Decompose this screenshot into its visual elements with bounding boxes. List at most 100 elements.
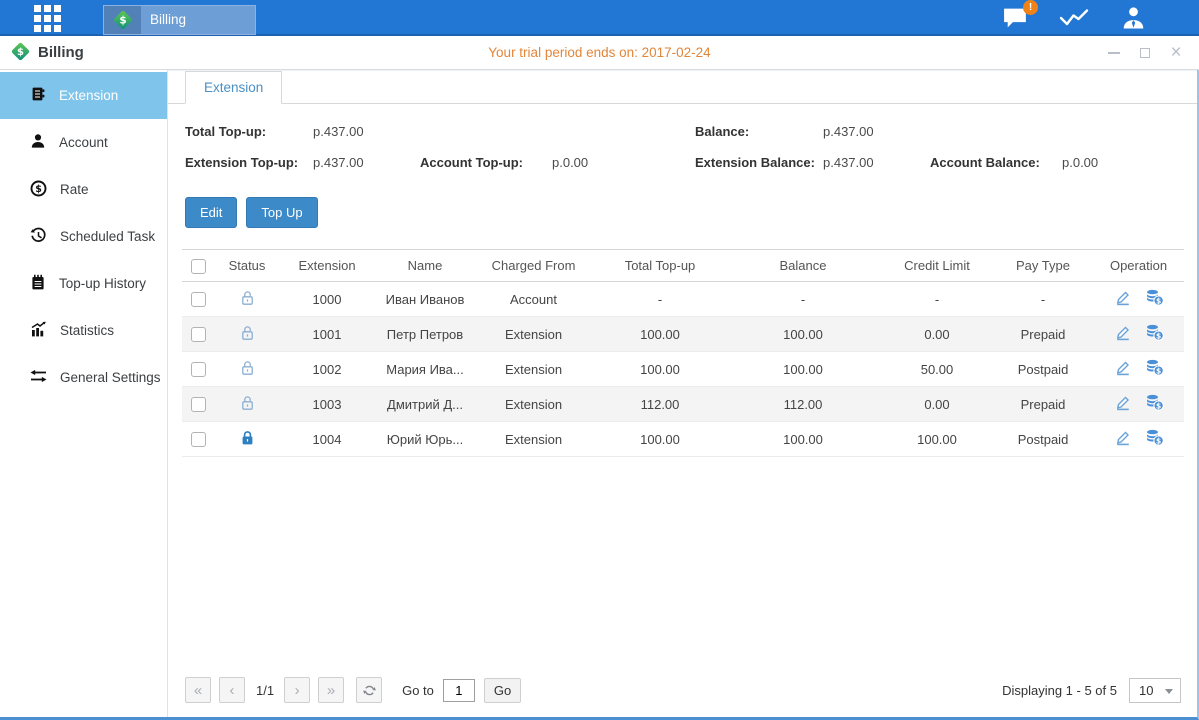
page-size-select[interactable]: 10	[1129, 678, 1181, 703]
column-header-pay-type[interactable]: Pay Type	[997, 250, 1089, 282]
first-page-button[interactable]: «	[185, 677, 211, 703]
column-header-credit-limit[interactable]: Credit Limit	[877, 250, 997, 282]
status-cell	[214, 422, 280, 457]
edit-row-icon[interactable]	[1114, 360, 1131, 379]
sidebar-item-topup-history[interactable]: Top-up History	[0, 260, 167, 307]
user-icon[interactable]	[1120, 6, 1147, 30]
edit-row-icon[interactable]	[1114, 290, 1131, 309]
tab-extension[interactable]: Extension	[185, 71, 282, 104]
sidebar-item-label: Rate	[60, 182, 89, 197]
extension-cell: 1004	[280, 422, 374, 457]
sidebar-item-label: Extension	[59, 88, 118, 103]
column-header-operation[interactable]: Operation	[1089, 250, 1184, 282]
topup-row-icon[interactable]: $	[1145, 359, 1164, 379]
credit-limit-cell: 50.00	[877, 352, 997, 387]
page-size-value: 10	[1139, 683, 1153, 698]
balance-value: p.437.00	[823, 124, 930, 139]
sidebar-item-extension[interactable]: Extension	[0, 72, 167, 119]
app-launcher-icon[interactable]	[34, 5, 61, 32]
operation-cell: $	[1089, 422, 1184, 457]
table-row: 1000 Иван Иванов Account - - - - $	[182, 282, 1184, 317]
operation-cell: $	[1089, 387, 1184, 422]
column-header-status[interactable]: Status	[214, 250, 280, 282]
column-header-balance[interactable]: Balance	[729, 250, 877, 282]
row-checkbox[interactable]	[191, 397, 206, 412]
name-cell: Дмитрий Д...	[374, 387, 476, 422]
row-checkbox[interactable]	[191, 432, 206, 447]
topbar-tab-billing[interactable]: $ Billing	[103, 5, 256, 35]
table-row: 1002 Мария Ива... Extension 100.00 100.0…	[182, 352, 1184, 387]
trial-notice: Your trial period ends on: 2017-02-24	[0, 45, 1199, 60]
edit-row-icon[interactable]	[1114, 395, 1131, 414]
sidebar-item-general-settings[interactable]: General Settings	[0, 354, 167, 401]
topup-row-icon[interactable]: $	[1145, 429, 1164, 449]
maximize-icon[interactable]	[1138, 46, 1152, 60]
topup-row-icon[interactable]: $	[1145, 289, 1164, 309]
goto-page-input[interactable]	[443, 679, 475, 702]
total-topup-cell: 100.00	[591, 317, 729, 352]
extension-cell: 1001	[280, 317, 374, 352]
total-topup-cell: 100.00	[591, 352, 729, 387]
select-all-checkbox[interactable]	[191, 259, 206, 274]
status-cell	[214, 387, 280, 422]
goto-label: Go to	[402, 683, 434, 698]
status-unlocked-icon	[240, 294, 255, 309]
table-row: 1004 Юрий Юрь... Extension 100.00 100.00…	[182, 422, 1184, 457]
topup-row-icon[interactable]: $	[1145, 324, 1164, 344]
operation-cell: $	[1089, 317, 1184, 352]
column-header-total-top-up[interactable]: Total Top-up	[591, 250, 729, 282]
topbar-tab-label: Billing	[150, 12, 186, 27]
name-cell: Иван Иванов	[374, 282, 476, 317]
top-up-button[interactable]: Top Up	[246, 197, 317, 228]
tabstrip: Extension	[168, 71, 1197, 104]
operation-cell: $	[1089, 352, 1184, 387]
credit-limit-cell: 100.00	[877, 422, 997, 457]
go-button[interactable]: Go	[484, 678, 521, 703]
prev-page-button[interactable]: ‹	[219, 677, 245, 703]
close-icon[interactable]: ×	[1169, 46, 1183, 60]
edit-row-icon[interactable]	[1114, 325, 1131, 344]
credit-limit-cell: 0.00	[877, 387, 997, 422]
total-topup-value: p.437.00	[313, 124, 420, 139]
extension-cell: 1002	[280, 352, 374, 387]
balance-cell: 100.00	[729, 352, 877, 387]
svg-text:$: $	[17, 47, 24, 58]
table-header-row: StatusExtensionNameCharged FromTotal Top…	[182, 250, 1184, 282]
sidebar-item-scheduled-task[interactable]: Scheduled Task	[0, 213, 167, 260]
last-page-button[interactable]: »	[318, 677, 344, 703]
sidebar-item-label: Scheduled Task	[60, 229, 155, 244]
pay-type-cell: -	[997, 282, 1089, 317]
topup-row-icon[interactable]: $	[1145, 394, 1164, 414]
pay-type-cell: Postpaid	[997, 422, 1089, 457]
svg-text:$: $	[119, 14, 126, 26]
row-checkbox[interactable]	[191, 292, 206, 307]
status-unlocked-icon	[240, 329, 255, 344]
column-header-name[interactable]: Name	[374, 250, 476, 282]
refresh-icon[interactable]	[356, 677, 382, 703]
row-checkbox[interactable]	[191, 327, 206, 342]
chevron-down-icon	[1165, 689, 1173, 694]
minimize-icon[interactable]	[1107, 46, 1121, 60]
operation-cell: $	[1089, 282, 1184, 317]
messages-icon[interactable]: !	[1002, 7, 1029, 29]
pagination-bar: « ‹ 1/1 › » Go to Go Displaying 1 - 5 of…	[168, 671, 1197, 717]
column-header-charged-from[interactable]: Charged From	[476, 250, 591, 282]
pay-type-cell: Prepaid	[997, 387, 1089, 422]
sidebar-item-statistics[interactable]: Statistics	[0, 307, 167, 354]
sidebar-item-account[interactable]: Account	[0, 119, 167, 166]
sidebar-item-rate[interactable]: $ Rate	[0, 166, 167, 213]
ledger-icon	[30, 86, 46, 105]
notification-badge: !	[1023, 0, 1038, 15]
monitor-chart-icon[interactable]	[1059, 7, 1090, 29]
row-checkbox[interactable]	[191, 362, 206, 377]
edit-button[interactable]: Edit	[185, 197, 237, 228]
balance-cell: 100.00	[729, 422, 877, 457]
pay-type-cell: Prepaid	[997, 317, 1089, 352]
credit-limit-cell: -	[877, 282, 997, 317]
next-page-button[interactable]: ›	[284, 677, 310, 703]
sidebar-item-label: Top-up History	[59, 276, 146, 291]
edit-row-icon[interactable]	[1114, 430, 1131, 449]
column-header-extension[interactable]: Extension	[280, 250, 374, 282]
total-topup-cell: -	[591, 282, 729, 317]
dollar-coin-icon: $	[30, 180, 47, 200]
